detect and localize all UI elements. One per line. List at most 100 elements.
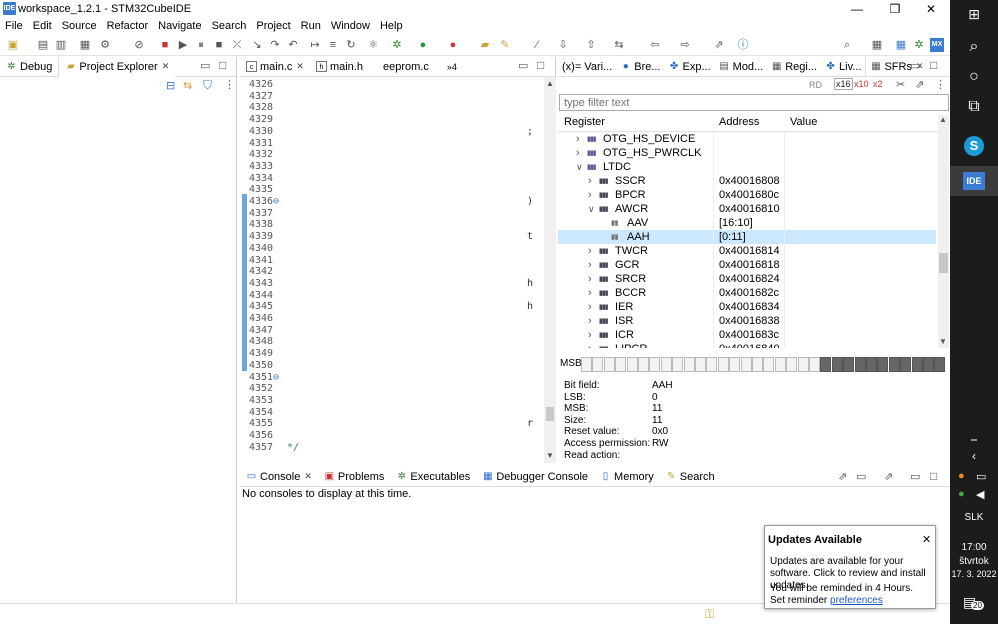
tab-expressions[interactable]: ✤ Exp... bbox=[665, 57, 715, 77]
bit-cell[interactable] bbox=[626, 357, 638, 372]
tab-main-c[interactable]: c main.c ✕ bbox=[240, 57, 310, 77]
minimize-view-icon[interactable]: ▭ bbox=[910, 470, 920, 483]
expand-chevron-icon[interactable]: › bbox=[588, 272, 592, 286]
scroll-down-icon[interactable]: ▼ bbox=[939, 337, 947, 346]
skype-icon[interactable]: S bbox=[964, 136, 984, 156]
menu-navigate[interactable]: Navigate bbox=[153, 18, 206, 34]
tab-modules[interactable]: ▤ Mod... bbox=[715, 57, 768, 77]
bit-cell[interactable] bbox=[717, 357, 729, 372]
column-register[interactable]: Register bbox=[564, 116, 605, 128]
column-address[interactable]: Address bbox=[719, 116, 759, 128]
sfr-row[interactable]: › ▮▮▮ TWCR 0x40016814 bbox=[558, 244, 936, 258]
menu-source[interactable]: Source bbox=[57, 18, 102, 34]
expand-chevron-icon[interactable]: › bbox=[588, 328, 592, 342]
bit-cell[interactable] bbox=[786, 357, 798, 372]
notification-center-button[interactable]: ▤ 20 bbox=[963, 592, 985, 614]
tray-app-icon[interactable]: ● bbox=[958, 470, 965, 482]
tab-debugger-console[interactable]: ▦ Debugger Console bbox=[476, 467, 594, 487]
expand-chevron-icon[interactable]: › bbox=[588, 314, 592, 328]
tray-display-icon[interactable]: ▭ bbox=[976, 470, 986, 483]
sfr-row[interactable]: ∨ ▮▮▮ AWCR 0x40016810 bbox=[558, 202, 936, 216]
bit-cell[interactable] bbox=[706, 357, 718, 372]
pin-console-icon[interactable]: ⇗ bbox=[838, 470, 847, 483]
sfr-row[interactable]: › ▮▮▮ BPCR 0x4001680c bbox=[558, 188, 936, 202]
sfr-row[interactable]: ∨ ▮▮▮ LTDC bbox=[558, 160, 936, 174]
tab-problems[interactable]: ▣ Problems bbox=[318, 467, 390, 487]
menu-run[interactable]: Run bbox=[296, 18, 326, 34]
bit-cell[interactable] bbox=[900, 357, 912, 372]
tab-debug[interactable]: ✲ Debug bbox=[0, 57, 58, 77]
maximize-view-icon[interactable]: □ bbox=[930, 469, 937, 483]
restart-icon[interactable]: ↻ bbox=[344, 38, 358, 52]
display-console-icon[interactable]: ▭ bbox=[856, 470, 866, 483]
menu-window[interactable]: Window bbox=[326, 18, 375, 34]
code-area[interactable]: ;) t h h r */ bbox=[282, 77, 544, 463]
cortana-icon[interactable]: ○ bbox=[950, 68, 998, 86]
bit-cell[interactable] bbox=[888, 357, 900, 372]
clock-time[interactable]: 17:00 bbox=[950, 542, 998, 553]
next-annotation-icon[interactable]: ⇩ bbox=[556, 38, 570, 52]
suspend-icon[interactable]: ⏸ bbox=[194, 38, 208, 52]
fold-toggle-icon[interactable]: ⊖ bbox=[273, 372, 279, 383]
sfr-row[interactable]: › ▮▮▮ GCR 0x40016818 bbox=[558, 258, 936, 272]
bit-cell[interactable] bbox=[843, 357, 855, 372]
bit-cell[interactable] bbox=[638, 357, 649, 372]
open-perspective-icon[interactable]: ⇗ bbox=[915, 78, 924, 91]
tab-eeprom-c[interactable]: eeprom.c bbox=[369, 57, 435, 77]
filter-icon[interactable]: ⛉ bbox=[203, 78, 212, 93]
collapse-chevron-icon[interactable]: ∨ bbox=[576, 160, 583, 174]
updates-notification[interactable]: Updates Available ✕ Updates are availabl… bbox=[764, 525, 936, 609]
bit-cell[interactable] bbox=[854, 357, 866, 372]
maximize-button[interactable]: ❐ bbox=[878, 0, 912, 18]
instruction-step-icon[interactable]: ↦ bbox=[308, 38, 322, 52]
collapse-chevron-icon[interactable]: ∨ bbox=[588, 202, 595, 216]
bit-cell[interactable] bbox=[581, 357, 592, 372]
scroll-up-icon[interactable]: ▲ bbox=[546, 79, 554, 88]
tab-variables[interactable]: (x)= Vari... bbox=[558, 57, 616, 77]
minimize-view-icon[interactable]: ▭ bbox=[910, 59, 920, 72]
bit-cell[interactable] bbox=[695, 357, 706, 372]
save-icon[interactable]: ▤ bbox=[36, 38, 50, 52]
toast-close-button[interactable]: ✕ bbox=[922, 533, 931, 546]
rd-button[interactable]: RD bbox=[809, 80, 822, 90]
perspective-debug-icon[interactable]: ▦ bbox=[894, 38, 908, 52]
scroll-up-icon[interactable]: ▲ bbox=[939, 115, 947, 124]
maximize-view-icon[interactable]: □ bbox=[537, 58, 544, 72]
open-console-icon[interactable]: ⇗ bbox=[884, 470, 893, 483]
device-config-icon[interactable]: ⚛ bbox=[366, 38, 380, 52]
fold-toggle-icon[interactable]: ⊖ bbox=[273, 196, 279, 207]
clock-day[interactable]: štvrtok bbox=[950, 556, 998, 567]
bit-cell[interactable] bbox=[911, 357, 923, 372]
bit-cell[interactable] bbox=[934, 357, 946, 372]
editor-scrollbar[interactable]: ▲ ▼ bbox=[544, 77, 556, 463]
hex-format-button[interactable]: x16 bbox=[834, 78, 853, 90]
tab-console[interactable]: ▭ Console ✕ bbox=[240, 467, 318, 487]
sfr-row[interactable]: › ▮▮▮ BCCR 0x4001682c bbox=[558, 286, 936, 300]
bit-cell[interactable] bbox=[672, 357, 684, 372]
skip-breakpoints-icon[interactable]: ⊘ bbox=[132, 38, 146, 52]
menu-file[interactable]: File bbox=[0, 18, 28, 34]
bit-cell[interactable] bbox=[740, 357, 752, 372]
view-menu-icon[interactable]: ⋮ bbox=[224, 78, 235, 91]
clock-date[interactable]: 17. 3. 2022 bbox=[950, 569, 998, 579]
expand-chevron-icon[interactable]: › bbox=[576, 146, 580, 160]
tab-breakpoints[interactable]: ● Bre... bbox=[616, 57, 664, 77]
perspective-c-icon[interactable]: ▦ bbox=[870, 38, 884, 52]
perspective-mx-icon[interactable]: MX bbox=[930, 38, 944, 52]
minimize-button[interactable]: — bbox=[840, 0, 874, 18]
start-windows-icon[interactable]: ⊞ bbox=[950, 6, 998, 23]
last-edit-icon[interactable]: ⇆ bbox=[612, 38, 626, 52]
expand-chevron-icon[interactable]: › bbox=[576, 132, 580, 146]
menu-project[interactable]: Project bbox=[251, 18, 295, 34]
close-tab-icon[interactable]: ✕ bbox=[304, 471, 312, 482]
sfr-scroll-thumb[interactable] bbox=[939, 253, 948, 273]
disconnect-icon[interactable]: ⤫ bbox=[230, 38, 244, 52]
expand-chevron-icon[interactable]: › bbox=[588, 258, 592, 272]
ide-taskbar-button[interactable]: IDE bbox=[950, 166, 998, 196]
sfr-scrollbar[interactable]: ▲ ▼ bbox=[938, 115, 949, 348]
menu-edit[interactable]: Edit bbox=[28, 18, 57, 34]
bit-cell[interactable] bbox=[603, 357, 615, 372]
language-indicator[interactable]: SLK bbox=[950, 512, 998, 523]
external-tools-icon[interactable]: ● bbox=[446, 38, 460, 52]
expand-chevron-icon[interactable]: › bbox=[588, 174, 592, 188]
